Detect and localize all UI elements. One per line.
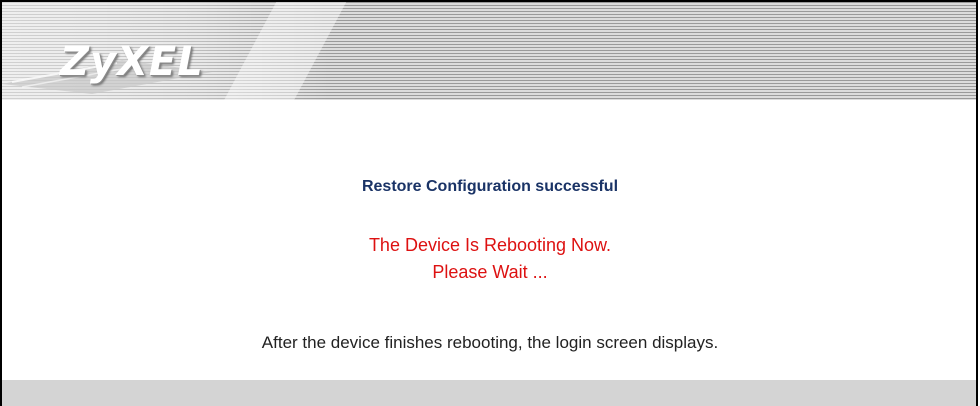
please-wait-line: Please Wait ... xyxy=(432,262,548,282)
rebooting-line: The Device Is Rebooting Now. xyxy=(368,235,612,255)
main-content: Restore Configuration successful The Dev… xyxy=(2,100,976,367)
page-frame: ZyXEL Restore Configuration successful T… xyxy=(0,0,978,406)
zyxel-logo: ZyXEL xyxy=(60,39,204,85)
footer-bar xyxy=(2,380,976,406)
rebooting-notice: The Device Is Rebooting Now. Please Wait… xyxy=(2,232,976,286)
restore-success-message: Restore Configuration successful xyxy=(361,178,619,195)
header-banner: ZyXEL xyxy=(2,2,976,100)
reboot-info-text: After the device finishes rebooting, the… xyxy=(261,333,719,352)
